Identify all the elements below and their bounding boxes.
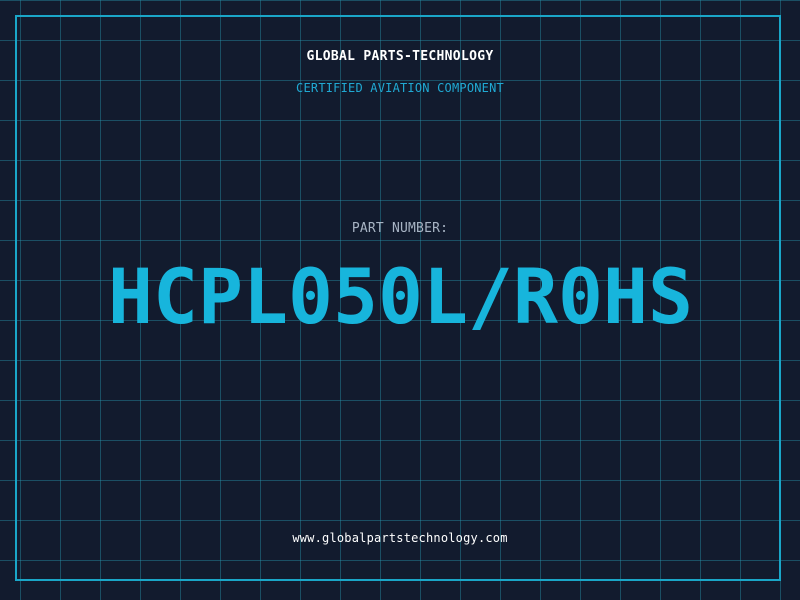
company-name: GLOBAL PARTS-TECHNOLOGY bbox=[306, 49, 494, 64]
certification-tagline: CERTIFIED AVIATION COMPONENT bbox=[296, 81, 504, 95]
website-url[interactable]: www.globalpartstechnology.com bbox=[0, 531, 800, 545]
part-number-graphic: HCPL050L/R0HS bbox=[108, 252, 693, 341]
part-card: GLOBAL PARTS-TECHNOLOGY CERTIFIED AVIATI… bbox=[0, 0, 800, 600]
part-number-container: HCPL050L/R0HS bbox=[0, 252, 800, 341]
part-number-label: PART NUMBER: bbox=[351, 221, 449, 236]
part-number: HCPL050L/R0HS bbox=[108, 252, 693, 341]
